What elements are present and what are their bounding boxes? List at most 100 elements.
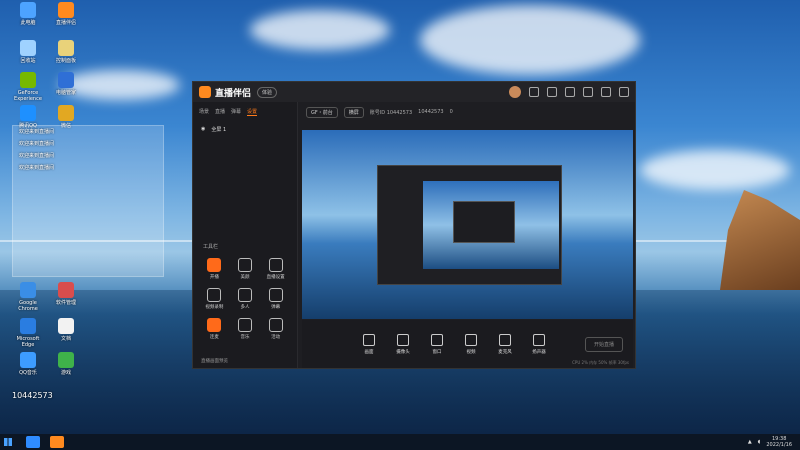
video-icon — [465, 333, 477, 346]
desktop-icon[interactable]: 直播伴侣 — [48, 2, 84, 26]
like-count: 0 — [449, 109, 453, 115]
stream-preview[interactable] — [302, 130, 633, 319]
orientation-pill[interactable]: 横屏 — [343, 106, 364, 118]
document-icon — [58, 318, 74, 334]
desktop-icon[interactable]: 文档 — [48, 318, 84, 342]
chrome-icon — [20, 282, 36, 298]
desktop-icon[interactable]: Microsoft Edge — [10, 318, 46, 348]
live-icon — [207, 258, 222, 272]
tool-activity[interactable]: 活动 — [260, 318, 291, 340]
taskbar-app-icon[interactable] — [26, 436, 40, 448]
edge-icon — [20, 318, 36, 334]
taskbar-streamer-icon[interactable] — [50, 436, 64, 448]
version-badge[interactable]: 体验 — [257, 86, 278, 98]
clock[interactable]: 19:38 2022/1/16 — [766, 436, 792, 448]
speaker-icon — [533, 333, 545, 346]
stream-info-bar: GF・前台 横屏 账号ID 10442573 10442573 0 — [298, 102, 635, 122]
control-video[interactable]: 视频 — [456, 333, 486, 355]
avatar[interactable] — [509, 86, 521, 98]
desktop-icon[interactable]: 软件管理 — [48, 282, 84, 306]
right-panel: GF・前台 横屏 账号ID 10442573 10442573 0 画面 摄像头… — [298, 102, 635, 368]
system-tray: ▲ ◖ 19:38 2022/1/16 — [748, 436, 800, 448]
logo-icon — [199, 86, 211, 98]
music-icon — [237, 318, 252, 332]
menu-icon[interactable] — [565, 87, 575, 97]
tool-start-live[interactable]: 开播 — [199, 258, 230, 280]
tools-title: 工具栏 — [203, 244, 219, 250]
window-icon — [431, 333, 443, 346]
message-icon[interactable] — [529, 87, 539, 97]
desktop-icon[interactable]: 回收站 — [10, 40, 46, 64]
nested-window — [453, 201, 515, 243]
desktop-icon[interactable]: 控制面板 — [48, 40, 84, 64]
app-logo: 直播伴侣 — [199, 86, 251, 99]
music-icon — [20, 352, 36, 368]
minimize-icon[interactable] — [583, 87, 593, 97]
record-icon — [207, 288, 222, 302]
tool-beauty[interactable]: 美颜 — [230, 258, 261, 280]
network-icon[interactable]: ▲ — [748, 439, 752, 445]
category-pill[interactable]: GF・前台 — [306, 106, 338, 118]
nested-preview — [423, 181, 559, 269]
bottom-control-bar: 画面 摄像头 窗口 视频 麦克风 扬声器 开始直播 CPU 2% 内存 50% … — [302, 320, 633, 368]
desktop-icon[interactable]: 电脑管家 — [48, 72, 84, 96]
close-icon[interactable] — [619, 87, 629, 97]
cloud — [250, 10, 390, 50]
software-manager-icon — [58, 282, 74, 298]
start-button[interactable] — [0, 434, 16, 450]
tool-music[interactable]: 音乐 — [230, 318, 261, 340]
volume-icon[interactable]: ◖ — [758, 439, 761, 445]
activity-icon — [268, 318, 283, 332]
maximize-icon[interactable] — [601, 87, 611, 97]
tool-live-settings[interactable]: 直播设置 — [260, 258, 291, 280]
chat-overlay: 欢迎来到直播间 欢迎来到直播间 欢迎来到直播间 欢迎来到直播间 — [12, 125, 164, 277]
eye-icon[interactable]: ◉ — [201, 126, 205, 133]
nested-app-preview — [377, 165, 562, 285]
desktop-icon[interactable]: QQ音乐 — [10, 352, 46, 376]
status-line: CPU 2% 内存 50% 帧率 30fps — [572, 360, 629, 365]
control-screen[interactable]: 画面 — [354, 333, 384, 355]
geforce-icon — [20, 72, 36, 88]
desktop-icon[interactable]: Google Chrome — [10, 282, 46, 312]
streamer-app-window: 直播伴侣 体验 场景 直播 弹幕 设置 ◉ 全屏 1 工具栏 开播 美颜 直播设… — [192, 81, 636, 369]
tools-grid: 开播 美颜 直播设置 视频录制 多人 弹幕 连麦 音乐 活动 — [199, 258, 291, 340]
tab-danmaku[interactable]: 弹幕 — [231, 108, 241, 116]
control-panel-icon — [58, 40, 74, 56]
start-live-button[interactable]: 开始直播 — [584, 336, 623, 352]
desktop-icon[interactable]: 游戏 — [48, 352, 84, 376]
taskbar: ▲ ◖ 19:38 2022/1/16 — [0, 434, 800, 450]
control-mic[interactable]: 麦克风 — [490, 333, 520, 355]
settings-icon[interactable] — [547, 87, 557, 97]
cloud — [420, 5, 640, 75]
date: 2022/1/16 — [766, 442, 792, 448]
tab-bar: 场景 直播 弹幕 设置 — [193, 102, 297, 122]
desktop-icon[interactable]: 此电脑 — [10, 2, 46, 26]
scene-item[interactable]: ◉ 全屏 1 — [193, 122, 297, 137]
tool-danmaku[interactable]: 弹幕 — [260, 288, 291, 310]
left-panel: 场景 直播 弹幕 设置 ◉ 全屏 1 工具栏 开播 美颜 直播设置 视频录制 多… — [193, 102, 298, 368]
mic-icon — [499, 333, 511, 346]
app-title: 直播伴侣 — [215, 88, 252, 99]
control-speaker[interactable]: 扬声器 — [524, 333, 554, 355]
control-window[interactable]: 窗口 — [422, 333, 452, 355]
scene-label: 全屏 1 — [211, 127, 227, 133]
link-mic-icon — [207, 318, 222, 332]
tab-live[interactable]: 直播 — [215, 108, 225, 116]
tool-link-mic[interactable]: 连麦 — [199, 318, 230, 340]
hint-text: 直播画面预览 — [201, 359, 228, 364]
people-icon — [237, 288, 252, 302]
wechat-icon — [58, 105, 74, 121]
chat-line: 欢迎来到直播间 — [19, 153, 55, 159]
tool-record[interactable]: 视频录制 — [199, 288, 230, 310]
tab-settings[interactable]: 设置 — [247, 108, 258, 116]
desktop-icon[interactable]: GeForce Experience — [10, 72, 46, 102]
qq-icon — [20, 105, 36, 121]
tab-scene[interactable]: 场景 — [199, 108, 209, 116]
chat-line: 欢迎来到直播间 — [19, 165, 55, 171]
chat-line: 欢迎来到直播间 — [19, 141, 55, 147]
cloud — [640, 150, 790, 190]
control-camera[interactable]: 摄像头 — [388, 333, 418, 355]
screen-icon — [363, 333, 375, 346]
security-icon — [58, 72, 74, 88]
tool-multi[interactable]: 多人 — [230, 288, 261, 310]
